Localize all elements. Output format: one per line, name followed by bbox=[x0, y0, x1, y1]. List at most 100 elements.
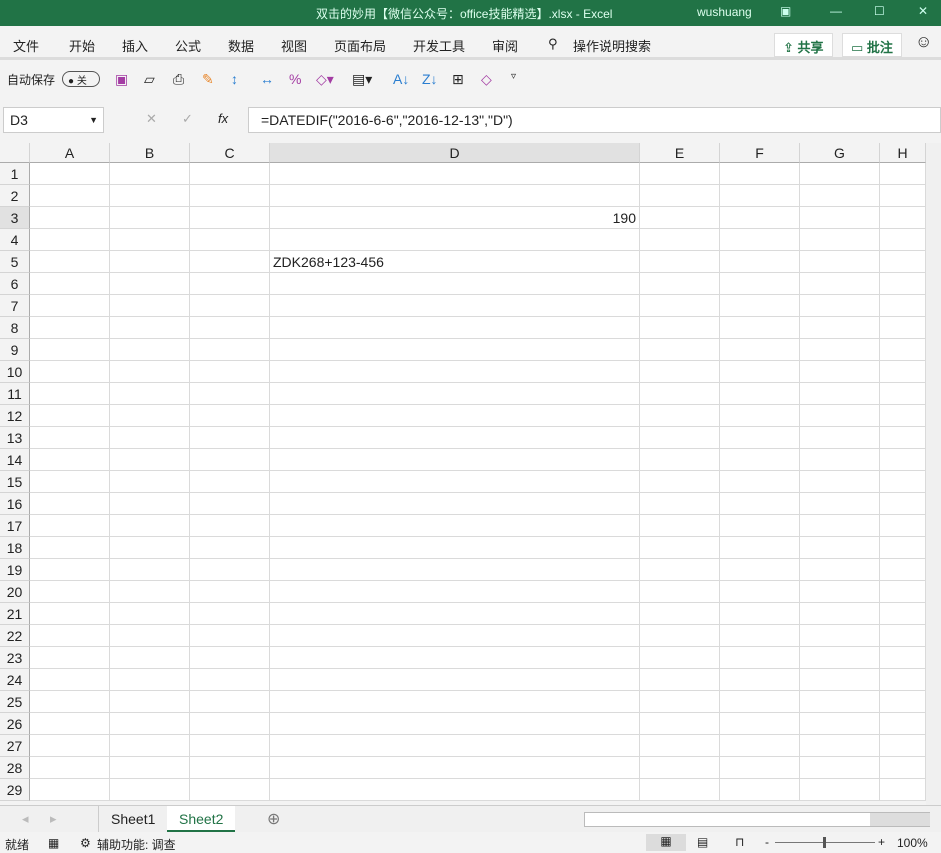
cell-D16[interactable] bbox=[270, 493, 640, 515]
cell-F2[interactable] bbox=[720, 185, 800, 207]
cell-C9[interactable] bbox=[190, 339, 270, 361]
cell-H29[interactable] bbox=[880, 779, 926, 801]
cell-E23[interactable] bbox=[640, 647, 720, 669]
conditional-format-icon[interactable]: ▤▾ bbox=[352, 71, 372, 88]
cell-G9[interactable] bbox=[800, 339, 880, 361]
cell-A5[interactable] bbox=[30, 251, 110, 273]
cell-G1[interactable] bbox=[800, 163, 880, 185]
cell-E7[interactable] bbox=[640, 295, 720, 317]
cell-A24[interactable] bbox=[30, 669, 110, 691]
name-box[interactable]: D3 ▼ bbox=[3, 107, 104, 133]
cell-F5[interactable] bbox=[720, 251, 800, 273]
cell-B8[interactable] bbox=[110, 317, 190, 339]
cell-G18[interactable] bbox=[800, 537, 880, 559]
cell-C26[interactable] bbox=[190, 713, 270, 735]
menu-review[interactable]: 审阅 bbox=[492, 36, 518, 55]
cell-H28[interactable] bbox=[880, 757, 926, 779]
cell-E29[interactable] bbox=[640, 779, 720, 801]
cell-F28[interactable] bbox=[720, 757, 800, 779]
cell-G29[interactable] bbox=[800, 779, 880, 801]
cell-E13[interactable] bbox=[640, 427, 720, 449]
cell-A6[interactable] bbox=[30, 273, 110, 295]
cell-H20[interactable] bbox=[880, 581, 926, 603]
cell-F15[interactable] bbox=[720, 471, 800, 493]
column-header-H[interactable]: H bbox=[880, 143, 926, 163]
column-width-icon[interactable]: ↔ bbox=[260, 71, 274, 87]
cell-G8[interactable] bbox=[800, 317, 880, 339]
menu-page-layout[interactable]: 页面布局 bbox=[334, 36, 386, 55]
comments-button[interactable]: ▭ 批注 bbox=[842, 33, 902, 57]
cell-E19[interactable] bbox=[640, 559, 720, 581]
cell-A15[interactable] bbox=[30, 471, 110, 493]
row-header-23[interactable]: 23 bbox=[0, 647, 30, 669]
cell-H10[interactable] bbox=[880, 361, 926, 383]
cell-A18[interactable] bbox=[30, 537, 110, 559]
menu-formulas[interactable]: 公式 bbox=[175, 36, 201, 55]
scroll-right-icon[interactable]: ▸ bbox=[50, 811, 57, 827]
cell-C13[interactable] bbox=[190, 427, 270, 449]
print-preview-icon[interactable]: ⎙ bbox=[173, 71, 184, 88]
cell-B25[interactable] bbox=[110, 691, 190, 713]
ribbon-display-icon[interactable]: ▣ bbox=[780, 4, 791, 18]
cell-B17[interactable] bbox=[110, 515, 190, 537]
row-header-1[interactable]: 1 bbox=[0, 163, 30, 185]
cell-C14[interactable] bbox=[190, 449, 270, 471]
cell-D7[interactable] bbox=[270, 295, 640, 317]
cell-C19[interactable] bbox=[190, 559, 270, 581]
normal-view-icon[interactable]: ▦ bbox=[646, 834, 686, 851]
menu-file[interactable]: 文件 bbox=[13, 36, 39, 55]
cell-F18[interactable] bbox=[720, 537, 800, 559]
cell-B7[interactable] bbox=[110, 295, 190, 317]
cell-H16[interactable] bbox=[880, 493, 926, 515]
row-header-12[interactable]: 12 bbox=[0, 405, 30, 427]
cell-B28[interactable] bbox=[110, 757, 190, 779]
zoom-slider[interactable] bbox=[775, 837, 875, 848]
cell-G6[interactable] bbox=[800, 273, 880, 295]
cell-F17[interactable] bbox=[720, 515, 800, 537]
cell-A1[interactable] bbox=[30, 163, 110, 185]
cell-A13[interactable] bbox=[30, 427, 110, 449]
cell-D23[interactable] bbox=[270, 647, 640, 669]
cell-A25[interactable] bbox=[30, 691, 110, 713]
cell-D20[interactable] bbox=[270, 581, 640, 603]
cell-H27[interactable] bbox=[880, 735, 926, 757]
cell-E4[interactable] bbox=[640, 229, 720, 251]
cell-C28[interactable] bbox=[190, 757, 270, 779]
cell-H22[interactable] bbox=[880, 625, 926, 647]
cell-D8[interactable] bbox=[270, 317, 640, 339]
cell-C4[interactable] bbox=[190, 229, 270, 251]
cell-F12[interactable] bbox=[720, 405, 800, 427]
cell-C18[interactable] bbox=[190, 537, 270, 559]
customize-toolbar-icon[interactable]: ▿ bbox=[511, 71, 516, 82]
cell-C8[interactable] bbox=[190, 317, 270, 339]
cell-G24[interactable] bbox=[800, 669, 880, 691]
cell-D2[interactable] bbox=[270, 185, 640, 207]
cell-E6[interactable] bbox=[640, 273, 720, 295]
formula-input[interactable]: =DATEDIF("2016-6-6","2016-12-13","D") bbox=[248, 107, 941, 133]
cell-G14[interactable] bbox=[800, 449, 880, 471]
cell-H24[interactable] bbox=[880, 669, 926, 691]
row-header-10[interactable]: 10 bbox=[0, 361, 30, 383]
cell-D6[interactable] bbox=[270, 273, 640, 295]
cell-C22[interactable] bbox=[190, 625, 270, 647]
cell-C16[interactable] bbox=[190, 493, 270, 515]
cell-E18[interactable] bbox=[640, 537, 720, 559]
row-header-4[interactable]: 4 bbox=[0, 229, 30, 251]
cell-B14[interactable] bbox=[110, 449, 190, 471]
cell-G15[interactable] bbox=[800, 471, 880, 493]
row-header-18[interactable]: 18 bbox=[0, 537, 30, 559]
share-button[interactable]: ⇪ 共享 bbox=[774, 33, 833, 57]
cell-A28[interactable] bbox=[30, 757, 110, 779]
cell-G13[interactable] bbox=[800, 427, 880, 449]
eraser-icon[interactable]: ◇ bbox=[481, 71, 492, 88]
cell-H2[interactable] bbox=[880, 185, 926, 207]
cell-C25[interactable] bbox=[190, 691, 270, 713]
user-name[interactable]: wushuang bbox=[697, 5, 752, 19]
cell-A21[interactable] bbox=[30, 603, 110, 625]
cell-G22[interactable] bbox=[800, 625, 880, 647]
cell-A10[interactable] bbox=[30, 361, 110, 383]
cell-F7[interactable] bbox=[720, 295, 800, 317]
vertical-scrollbar[interactable] bbox=[926, 143, 941, 808]
cell-E11[interactable] bbox=[640, 383, 720, 405]
cell-G12[interactable] bbox=[800, 405, 880, 427]
